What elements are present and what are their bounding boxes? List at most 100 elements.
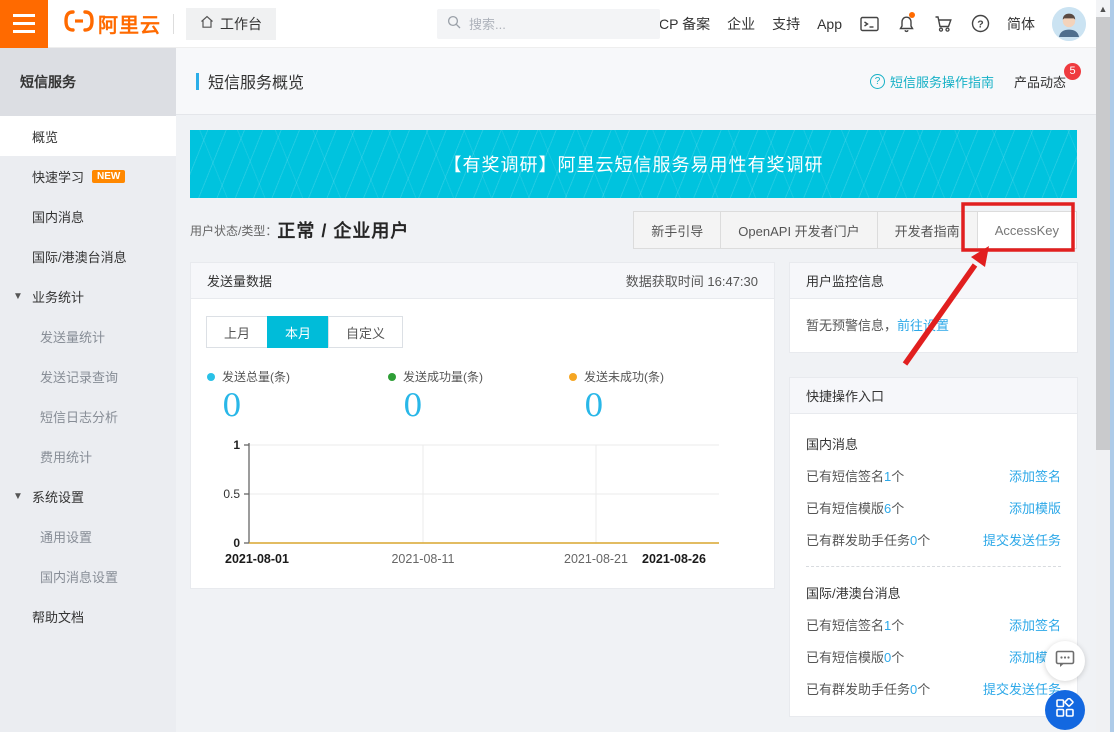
aliyun-logo[interactable]: 阿里云 [64,9,161,38]
home-icon [200,15,214,32]
cyan-dot-icon [207,373,215,381]
sidebar-item-overview[interactable]: 概览 [0,116,176,156]
ytick-1: 1 [233,438,240,452]
notification-bell-icon[interactable] [896,14,916,34]
stat-success-sent: 发送成功量(条) 0 [388,368,569,423]
survey-banner[interactable]: 【有奖调研】阿里云短信服务易用性有奖调研 [190,130,1077,198]
sidebar-item-international-messages[interactable]: 国际/港澳台消息 [0,236,176,276]
terminal-icon[interactable] [859,14,879,34]
quick-row: 已有群发助手任务0个 提交发送任务 [806,679,1061,698]
add-signature-link[interactable]: 添加签名 [1009,615,1061,634]
stat-failed-sent: 发送未成功(条) 0 [569,368,750,423]
cart-icon[interactable] [933,14,953,34]
user-status-label: 用户状态/类型： [190,222,277,239]
sidebar-item-send-record-query[interactable]: 发送记录查询 [0,356,176,396]
add-signature-link[interactable]: 添加签名 [1009,466,1061,485]
beginner-guide-button[interactable]: 新手引导 [633,211,721,249]
content: 【有奖调研】阿里云短信服务易用性有奖调研 用户状态/类型： 正常 / 企业用户 … [176,115,1096,717]
page-scrollbar[interactable]: ▲ [1096,0,1110,732]
sidebar-item-domestic-message-settings[interactable]: 国内消息设置 [0,556,176,596]
new-badge: NEW [92,170,125,183]
developer-guide-button[interactable]: 开发者指南 [877,211,978,249]
user-monitor-card: 用户监控信息 暂无预警信息，前往设置 [789,262,1078,353]
sidebar-item-label: 短信日志分析 [40,407,118,426]
sidebar-title: 短信服务 [0,48,176,116]
sidebar-item-label: 国内消息设置 [40,567,118,586]
sidebar-item-send-volume-stats[interactable]: 发送量统计 [0,316,176,356]
product-news-label: 产品动态 [1014,75,1066,90]
xtick-0821: 2021-08-21 [564,552,628,566]
sidebar-item-label: 发送记录查询 [40,367,118,386]
tab-custom[interactable]: 自定义 [328,316,403,348]
search-input[interactable] [469,17,639,32]
product-news-link[interactable]: 产品动态 5 [1014,72,1066,91]
sidebar-item-general-settings[interactable]: 通用设置 [0,516,176,556]
accesskey-button[interactable]: AccessKey [977,211,1077,249]
monitor-card-title: 用户监控信息 [806,271,884,290]
user-status-value: 正常 / 企业用户 [277,217,409,243]
title-accent-bar [196,73,199,90]
submit-send-task-link[interactable]: 提交发送任务 [983,530,1061,549]
section-domestic: 国内消息 [806,434,1061,453]
quick-row: 已有短信签名1个 添加签名 [806,615,1061,634]
sidebar-item-cost-stats[interactable]: 费用统计 [0,436,176,476]
nav-link-app[interactable]: App [817,16,842,32]
quick-row: 已有群发助手任务0个 提交发送任务 [806,530,1061,549]
xtick-0826: 2021-08-26 [642,552,706,566]
nav-link-support[interactable]: 支持 [772,14,800,34]
ytick-0: 0 [233,536,240,550]
scroll-up-arrow-icon[interactable]: ▲ [1096,0,1110,17]
sidebar-item-label: 快速学习 [32,167,84,186]
stat-total-sent: 发送总量(条) 0 [207,368,388,423]
locale-switcher[interactable]: 简体 [1007,14,1035,34]
svg-text:?: ? [977,18,983,30]
sidebar-item-help-docs[interactable]: 帮助文档 [0,596,176,636]
quick-row: 已有短信签名1个 添加签名 [806,466,1061,485]
browser-edge-strip [1110,0,1114,732]
dashed-divider [806,566,1061,567]
row-text: 已有群发助手任务0个 [806,530,930,549]
help-icon[interactable]: ? [970,14,990,34]
send-volume-card: 发送量数据 数据获取时间 16:47:30 上月 本月 自定义 [190,262,775,589]
sidebar-group-system-settings[interactable]: ▼ 系统设置 [0,476,176,516]
hamburger-menu-icon[interactable] [0,0,48,48]
aliyun-logo-text: 阿里云 [98,9,161,38]
question-circle-icon: ? [870,74,885,89]
ytick-05: 0.5 [223,487,240,501]
quick-row: 已有短信模版6个 添加模版 [806,498,1061,517]
operation-guide-link[interactable]: ? 短信服务操作指南 [870,72,994,91]
nav-link-icp[interactable]: ICP 备案 [655,14,710,34]
sidebar-group-business-stats[interactable]: ▼ 业务统计 [0,276,176,316]
chat-support-button[interactable] [1045,641,1085,681]
nav-link-enterprise[interactable]: 企业 [727,14,755,34]
user-avatar[interactable] [1052,7,1086,41]
scrollbar-thumb[interactable] [1096,17,1110,450]
submit-send-task-link[interactable]: 提交发送任务 [983,679,1061,698]
sidebar-item-sms-log-analysis[interactable]: 短信日志分析 [0,396,176,436]
chevron-down-icon: ▼ [13,491,23,502]
quick-card-title: 快捷操作入口 [806,386,884,405]
workbench-button[interactable]: 工作台 [186,8,276,40]
row-text: 已有短信签名1个 [806,466,904,485]
global-search[interactable] [437,9,660,39]
nav-divider [173,14,174,34]
add-template-link[interactable]: 添加模版 [1009,498,1061,517]
stat-value: 0 [222,389,388,423]
top-navbar: 阿里云 工作台 费用 工单 ICP 备案 企业 [0,0,1096,48]
tab-last-month[interactable]: 上月 [206,316,268,348]
green-dot-icon [388,373,396,381]
widgets-panel-button[interactable] [1045,690,1085,730]
openapi-portal-button[interactable]: OpenAPI 开发者门户 [720,211,877,249]
tab-this-month[interactable]: 本月 [267,316,329,348]
sidebar-item-label: 费用统计 [40,447,92,466]
quick-row: 已有短信模版0个 添加模版 [806,647,1061,666]
xtick-0811: 2021-08-11 [391,552,454,566]
sidebar-item-label: 国际/港澳台消息 [32,247,127,266]
sidebar-item-quick-learning[interactable]: 快速学习 NEW [0,156,176,196]
sidebar-item-domestic-messages[interactable]: 国内消息 [0,196,176,236]
sidebar: 短信服务 概览 快速学习 NEW 国内消息 国际/港澳台消息 ▼ 业务统计 发送… [0,48,176,732]
go-to-settings-link[interactable]: 前往设置 [897,318,949,333]
aliyun-logo-icon [64,10,94,37]
sidebar-item-label: 帮助文档 [32,607,84,626]
sidebar-item-label: 概览 [32,127,58,146]
